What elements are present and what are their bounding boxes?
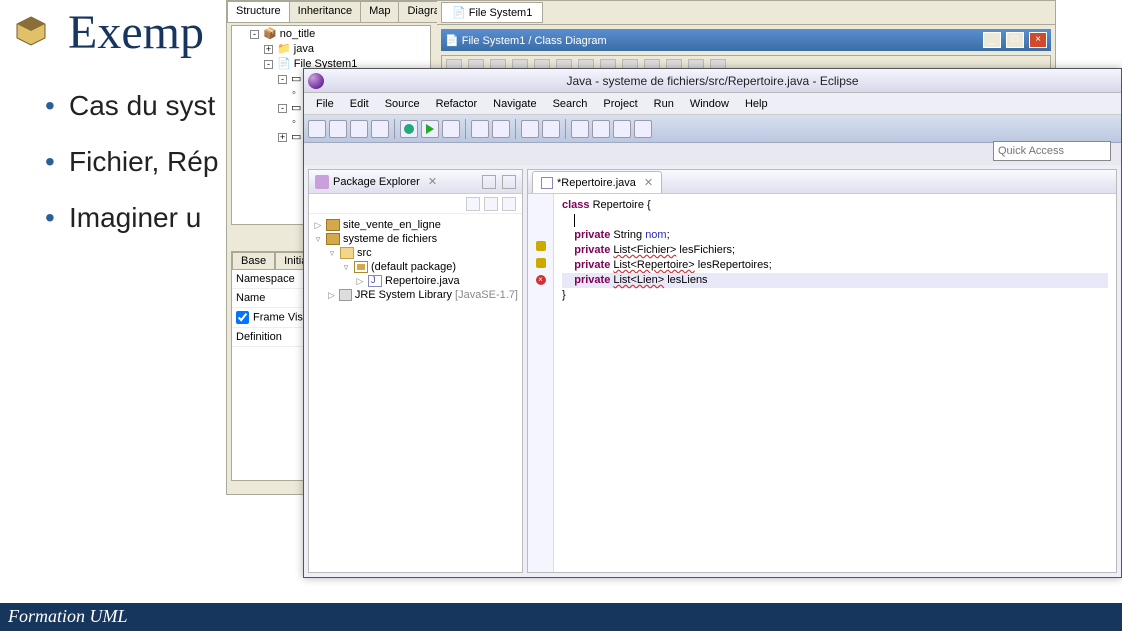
bullet-item: Imaginer u <box>45 202 218 234</box>
toggle-mark-button[interactable] <box>571 120 589 138</box>
package-node[interactable]: ▿(default package) <box>313 260 518 274</box>
warning-marker-icon[interactable] <box>536 241 546 251</box>
text-cursor <box>574 214 575 227</box>
search-button[interactable] <box>542 120 560 138</box>
slide-footer: Formation UML <box>0 603 1122 631</box>
prop-tab-base[interactable]: Base <box>232 252 275 270</box>
bullet-item: Fichier, Rép <box>45 146 218 178</box>
save-all-button[interactable] <box>350 120 368 138</box>
diagram-file-tabs: 📄 File System1 <box>437 1 1055 25</box>
eclipse-icon <box>308 73 324 89</box>
maximize-button[interactable]: □ <box>1006 32 1024 48</box>
quick-access <box>993 141 1111 161</box>
package-explorer-toolbar <box>309 194 522 214</box>
folder-icon <box>340 247 354 259</box>
eclipse-window: Java - systeme de fichiers/src/Repertoir… <box>303 68 1122 578</box>
package-explorer-header: Package Explorer ✕ <box>309 170 522 194</box>
window-title: Java - systeme de fichiers/src/Repertoir… <box>566 74 858 88</box>
editor-gutter: × <box>528 194 554 572</box>
ext-tools-button[interactable] <box>442 120 460 138</box>
slide-title: Exemp <box>68 5 204 60</box>
bullet-item: Cas du syst <box>45 90 218 122</box>
slide-bullets: Cas du syst Fichier, Rép Imaginer u <box>45 90 218 258</box>
tree-node[interactable]: -📦 no_title <box>232 26 430 41</box>
package-explorer-view: Package Explorer ✕ ▷site_vente_en_ligne … <box>308 169 523 573</box>
library-icon <box>339 289 352 301</box>
menu-navigate[interactable]: Navigate <box>487 96 542 112</box>
tab-map[interactable]: Map <box>360 1 399 22</box>
eclipse-body: Package Explorer ✕ ▷site_vente_en_ligne … <box>304 165 1121 577</box>
close-button[interactable]: × <box>1029 32 1047 48</box>
maximize-view-button[interactable] <box>502 175 516 189</box>
frame-visibility-checkbox[interactable] <box>236 311 249 324</box>
project-icon <box>326 233 340 245</box>
back-button[interactable] <box>613 120 631 138</box>
minimize-view-button[interactable] <box>482 175 496 189</box>
package-icon <box>354 261 368 273</box>
tab-inheritance[interactable]: Inheritance <box>289 1 361 22</box>
menu-run[interactable]: Run <box>648 96 680 112</box>
tab-label: *Repertoire.java <box>557 177 636 189</box>
diagram-window-buttons: _ □ × <box>981 32 1047 48</box>
menu-window[interactable]: Window <box>684 96 735 112</box>
print-button[interactable] <box>371 120 389 138</box>
menu-file[interactable]: File <box>310 96 340 112</box>
save-button[interactable] <box>329 120 347 138</box>
menu-refactor[interactable]: Refactor <box>430 96 484 112</box>
collapse-all-icon[interactable] <box>466 197 480 211</box>
tab-structure[interactable]: Structure <box>227 1 290 22</box>
project-node[interactable]: ▿systeme de fichiers <box>313 232 518 246</box>
code-content[interactable]: class Repertoire { private String nom; p… <box>554 194 1116 572</box>
java-file-icon <box>368 275 382 287</box>
eclipse-titlebar: Java - systeme de fichiers/src/Repertoir… <box>304 69 1121 93</box>
src-folder-node[interactable]: ▿src <box>313 246 518 260</box>
warning-marker-icon[interactable] <box>536 258 546 268</box>
java-file-icon <box>541 177 553 189</box>
eclipse-toolbar <box>304 115 1121 143</box>
view-menu-icon[interactable] <box>502 197 516 211</box>
editor-area: *Repertoire.java ✕ × class Repertoire { … <box>527 169 1117 573</box>
menu-help[interactable]: Help <box>739 96 774 112</box>
separator <box>465 119 466 139</box>
separator <box>394 119 395 139</box>
minimize-button[interactable]: _ <box>983 32 1001 48</box>
close-view-icon[interactable]: ✕ <box>428 175 437 188</box>
editor-tab[interactable]: *Repertoire.java ✕ <box>532 171 662 193</box>
close-tab-icon[interactable]: ✕ <box>644 176 653 189</box>
menu-search[interactable]: Search <box>547 96 594 112</box>
forward-button[interactable] <box>634 120 652 138</box>
quick-access-input[interactable] <box>993 141 1111 161</box>
debug-button[interactable] <box>400 120 418 138</box>
jre-library-node[interactable]: ▷JRE System Library [JavaSE-1.7] <box>313 288 518 302</box>
annotation-nav-button[interactable] <box>592 120 610 138</box>
package-explorer-icon <box>315 175 329 189</box>
menu-source[interactable]: Source <box>379 96 426 112</box>
menu-project[interactable]: Project <box>597 96 643 112</box>
eclipse-menubar: File Edit Source Refactor Navigate Searc… <box>304 93 1121 115</box>
package-explorer-tree[interactable]: ▷site_vente_en_ligne ▿systeme de fichier… <box>309 214 522 572</box>
editor-tabs: *Repertoire.java ✕ <box>528 170 1116 194</box>
error-marker-icon[interactable]: × <box>536 275 546 285</box>
run-button[interactable] <box>421 120 439 138</box>
new-button[interactable] <box>308 120 326 138</box>
separator <box>565 119 566 139</box>
separator <box>515 119 516 139</box>
java-file-node[interactable]: ▷Repertoire.java <box>313 274 518 288</box>
file-tab[interactable]: 📄 File System1 <box>441 2 543 23</box>
view-title: Package Explorer <box>333 176 420 188</box>
menu-edit[interactable]: Edit <box>344 96 375 112</box>
project-icon <box>326 219 340 231</box>
new-class-button[interactable] <box>492 120 510 138</box>
open-type-button[interactable] <box>521 120 539 138</box>
project-node[interactable]: ▷site_vente_en_ligne <box>313 218 518 232</box>
link-editor-icon[interactable] <box>484 197 498 211</box>
diagram-titlebar: 📄 File System1 / Class Diagram _ □ × <box>441 29 1051 51</box>
new-package-button[interactable] <box>471 120 489 138</box>
uml-logo-icon <box>15 15 47 47</box>
tree-node[interactable]: +📁 java <box>232 41 430 56</box>
code-editor[interactable]: × class Repertoire { private String nom;… <box>528 194 1116 572</box>
